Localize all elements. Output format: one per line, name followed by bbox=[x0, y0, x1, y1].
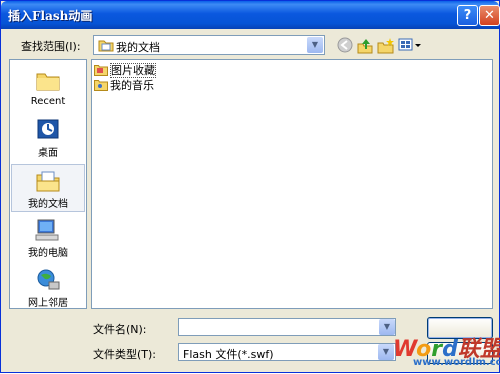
chevron-down-icon[interactable]: ▼ bbox=[307, 37, 323, 53]
place-recent[interactable]: Recent bbox=[11, 64, 85, 112]
folder-icon bbox=[94, 65, 108, 76]
file-list[interactable]: 图片收藏 我的音乐 bbox=[91, 59, 493, 309]
my-computer-icon bbox=[35, 219, 59, 241]
dialog-title: 插入Flash动画 bbox=[8, 9, 93, 23]
filename-label: 文件名(N): bbox=[93, 323, 147, 336]
back-arrow-icon[interactable] bbox=[336, 37, 354, 55]
filetype-dropdown[interactable]: Flash 文件(*.swf) ▼ bbox=[178, 343, 396, 361]
place-label: Recent bbox=[30, 96, 66, 107]
place-my-documents[interactable]: 我的文档 bbox=[11, 164, 85, 212]
insert-flash-dialog: 插入Flash动画 ? ✕ 查找范围(I): 我的文档 ▼ Recent 桌面 … bbox=[0, 0, 500, 373]
place-label: 我的文档 bbox=[28, 199, 68, 210]
place-label: 网上邻居 bbox=[28, 298, 68, 309]
filetype-label: 文件类型(T): bbox=[93, 348, 157, 361]
file-name: 我的音乐 bbox=[110, 79, 154, 92]
place-my-computer[interactable]: 我的电脑 bbox=[11, 214, 85, 262]
my-documents-icon bbox=[98, 40, 114, 52]
title-bar[interactable]: 插入Flash动画 ? ✕ bbox=[1, 1, 500, 29]
places-bar: Recent 桌面 我的文档 我的电脑 网上邻居 bbox=[9, 59, 87, 309]
my-documents-icon bbox=[36, 171, 60, 192]
close-button[interactable]: ✕ bbox=[479, 5, 500, 26]
desktop-icon bbox=[37, 119, 59, 139]
place-label: 我的电脑 bbox=[28, 248, 68, 259]
watermark-subtext: www.wordlm.com bbox=[413, 357, 500, 368]
recent-folder-icon bbox=[36, 73, 60, 91]
filetype-value: Flash 文件(*.swf) bbox=[183, 348, 274, 361]
place-network[interactable]: 网上邻居 bbox=[11, 264, 85, 312]
filename-field[interactable]: ▼ bbox=[178, 318, 396, 336]
look-in-value: 我的文档 bbox=[116, 41, 160, 54]
place-label: 桌面 bbox=[38, 148, 58, 159]
views-menu-icon[interactable] bbox=[398, 37, 422, 55]
list-item[interactable]: 图片收藏 bbox=[94, 62, 156, 78]
up-folder-icon[interactable] bbox=[356, 37, 374, 55]
network-places-icon bbox=[37, 269, 60, 290]
place-desktop[interactable]: 桌面 bbox=[11, 114, 85, 162]
file-name: 图片收藏 bbox=[110, 63, 156, 78]
help-button[interactable]: ? bbox=[457, 5, 478, 26]
list-item[interactable]: 我的音乐 bbox=[94, 77, 154, 93]
look-in-dropdown[interactable]: 我的文档 ▼ bbox=[93, 35, 325, 55]
watermark-logo: Word联盟 www.wordlm.com bbox=[381, 333, 500, 374]
look-in-label: 查找范围(I): bbox=[21, 40, 81, 53]
new-folder-icon[interactable] bbox=[377, 37, 395, 55]
folder-icon bbox=[94, 80, 108, 91]
